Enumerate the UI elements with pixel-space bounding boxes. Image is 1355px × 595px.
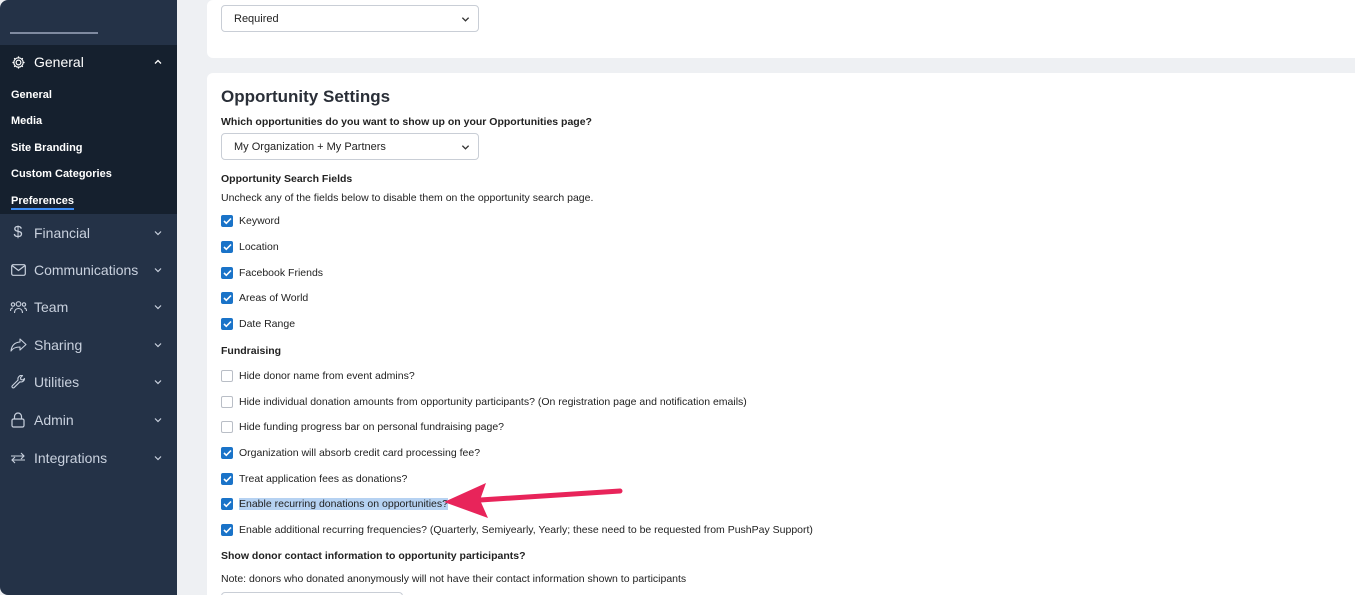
donor-info-note: Note: donors who donated anonymously wil… <box>221 573 687 585</box>
checkbox-location[interactable]: Location <box>221 240 279 254</box>
submenu-item-site-branding[interactable]: Site Branding <box>11 142 83 154</box>
checkbox-hide-progress-bar[interactable]: Hide funding progress bar on personal fu… <box>221 420 504 434</box>
nav-financial-label: Financial <box>34 225 91 241</box>
checkbox-date-range[interactable]: Date Range <box>221 317 295 331</box>
annotation-arrow-icon <box>444 483 623 518</box>
checkbox-label: Keyword <box>239 215 280 227</box>
logo <box>10 32 98 34</box>
nav-general-header[interactable]: General <box>0 45 177 79</box>
page-title: Opportunity Settings <box>221 87 391 106</box>
nav-admin[interactable]: Admin <box>0 405 177 435</box>
opportunities-select-value: My Organization + My Partners <box>234 140 386 153</box>
nav-sharing-label: Sharing <box>34 337 83 353</box>
checkbox-facebook-friends[interactable]: Facebook Friends <box>221 266 323 280</box>
donor-info-title: Show donor contact information to opport… <box>221 550 526 562</box>
nav-general-label: General <box>34 54 84 70</box>
nav-integrations[interactable]: Integrations <box>0 443 177 473</box>
checkbox-checked[interactable] <box>221 473 233 485</box>
chevron-down-icon <box>461 17 470 22</box>
chevron-down-icon <box>461 145 470 150</box>
search-fields-title: Opportunity Search Fields <box>221 173 353 185</box>
checkbox-label: Hide individual donation amounts from op… <box>239 396 747 408</box>
checkbox-checked[interactable] <box>221 292 233 304</box>
nav-team-label: Team <box>34 299 69 315</box>
chevron-down-icon <box>154 456 162 461</box>
nav-utilities[interactable]: Utilities <box>0 367 177 397</box>
search-fields-description: Uncheck any of the fields below to disab… <box>221 192 594 204</box>
checkbox-enable-recurring-donations[interactable]: Enable recurring donations on opportunit… <box>221 497 448 511</box>
checkbox-unchecked[interactable] <box>221 396 233 408</box>
submenu-item-custom-categories[interactable]: Custom Categories <box>11 168 112 180</box>
mail-icon <box>9 261 27 279</box>
checkbox-label: Date Range <box>239 318 296 330</box>
submenu-item-general[interactable]: General <box>11 89 52 101</box>
required-select-value: Required <box>234 12 279 25</box>
chevron-down-icon <box>154 268 162 273</box>
checkbox-checked[interactable] <box>221 498 233 510</box>
opportunities-select[interactable]: My Organization + My Partners <box>221 133 479 160</box>
opportunities-question: Which opportunities do you want to show … <box>221 116 592 128</box>
checkbox-areas-of-world[interactable]: Areas of World <box>221 291 308 305</box>
checkbox-unchecked[interactable] <box>221 421 233 433</box>
checkbox-label-highlighted: Enable recurring donations on opportunit… <box>239 498 448 510</box>
nav-sharing[interactable]: Sharing <box>0 330 177 360</box>
checkbox-label: Location <box>239 241 279 253</box>
checkbox-unchecked[interactable] <box>221 370 233 382</box>
nav-integrations-label: Integrations <box>34 450 108 466</box>
fundraising-title: Fundraising <box>221 345 282 357</box>
checkbox-label: Hide donor name from event admins? <box>239 370 415 382</box>
nav-communications[interactable]: Communications <box>0 255 177 285</box>
checkbox-absorb-processing-fee[interactable]: Organization will absorb credit card pro… <box>221 446 480 460</box>
chevron-down-icon <box>154 231 162 236</box>
team-icon <box>9 298 27 316</box>
checkbox-checked[interactable] <box>221 215 233 227</box>
checkbox-checked[interactable] <box>221 447 233 459</box>
chevron-down-icon <box>154 343 162 348</box>
checkbox-label: Organization will absorb credit card pro… <box>239 447 481 459</box>
nav-admin-label: Admin <box>34 412 74 428</box>
checkbox-label: Hide funding progress bar on personal fu… <box>239 421 505 433</box>
checkbox-checked[interactable] <box>221 524 233 536</box>
checkbox-label: Facebook Friends <box>239 267 324 279</box>
checkbox-label: Enable additional recurring frequencies?… <box>239 524 813 536</box>
wrench-icon <box>9 373 27 391</box>
nav-financial[interactable]: $ Financial <box>0 218 177 248</box>
chevron-down-icon <box>154 380 162 385</box>
submenu-item-media[interactable]: Media <box>11 115 42 127</box>
checkbox-checked[interactable] <box>221 318 233 330</box>
checkbox-label: Treat application fees as donations? <box>239 473 408 485</box>
nav-communications-label: Communications <box>34 262 139 278</box>
checkbox-hide-donor-name[interactable]: Hide donor name from event admins? <box>221 369 415 383</box>
checkbox-checked[interactable] <box>221 267 233 279</box>
nav-team[interactable]: Team <box>0 292 177 322</box>
chevron-down-icon <box>154 418 162 423</box>
checkbox-application-fees-donations[interactable]: Treat application fees as donations? <box>221 472 407 486</box>
submenu-item-preferences[interactable]: Preferences <box>11 195 74 210</box>
sidebar: General General Media Site Branding Cust… <box>0 0 177 595</box>
required-select[interactable]: Required <box>221 5 479 32</box>
lock-icon <box>9 411 27 429</box>
chevron-up-icon <box>154 59 162 64</box>
arrows-icon <box>9 449 27 467</box>
share-icon <box>9 336 27 354</box>
gear-icon <box>9 53 27 71</box>
chevron-down-icon <box>154 305 162 310</box>
checkbox-checked[interactable] <box>221 241 233 253</box>
checkbox-hide-donation-amounts[interactable]: Hide individual donation amounts from op… <box>221 395 747 409</box>
nav-utilities-label: Utilities <box>34 374 80 390</box>
checkbox-label: Areas of World <box>239 292 309 304</box>
checkbox-additional-recurring-frequencies[interactable]: Enable additional recurring frequencies?… <box>221 523 813 537</box>
checkbox-keyword[interactable]: Keyword <box>221 214 280 228</box>
dollar-icon: $ <box>13 224 23 241</box>
